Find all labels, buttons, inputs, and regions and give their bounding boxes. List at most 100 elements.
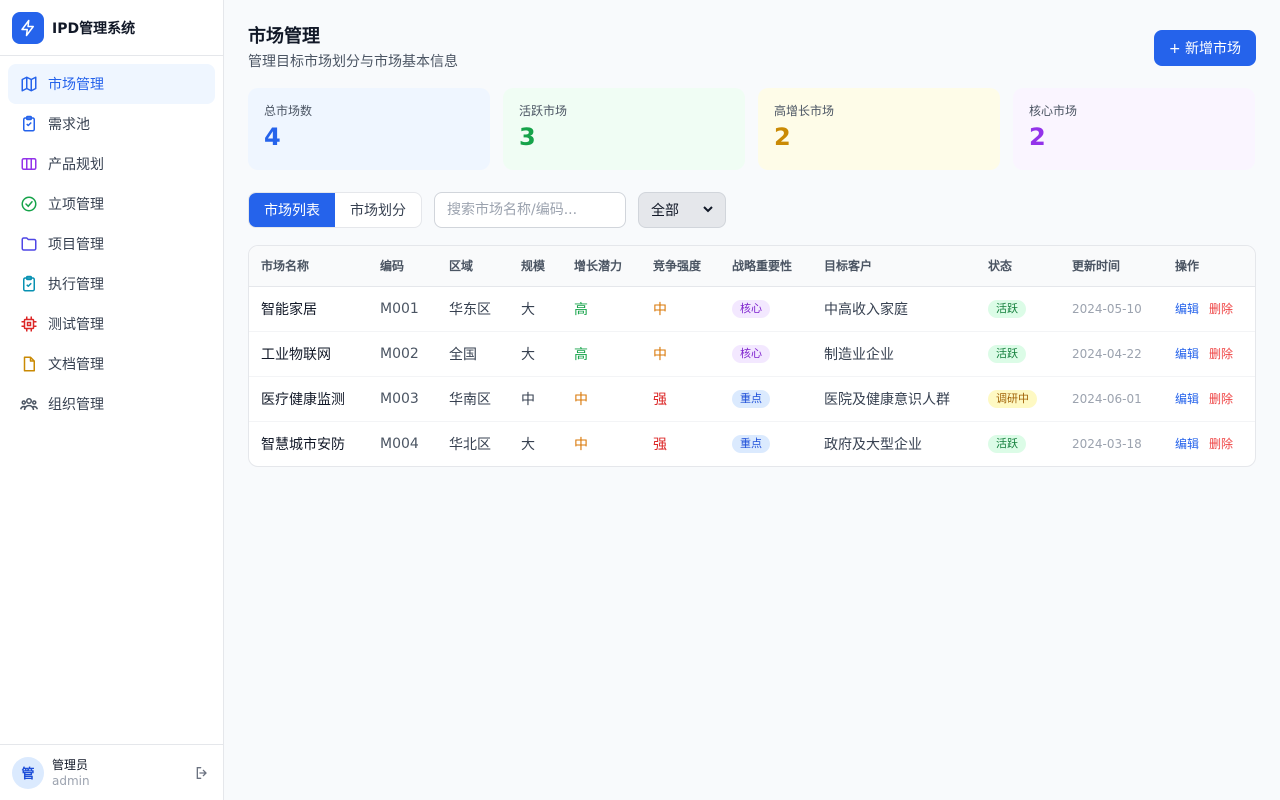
col-code: 编码	[368, 246, 437, 287]
tab-market-segmentation[interactable]: 市场划分	[335, 193, 421, 227]
sidebar-item-projects[interactable]: 项目管理	[8, 224, 215, 264]
sidebar-item-organization[interactable]: 组织管理	[8, 384, 215, 424]
sidebar-item-label: 文档管理	[48, 357, 104, 373]
sidebar-nav: 市场管理 需求池 产品规划 立项管理 项目管理 执行管理 测试管理 文档管理 组…	[0, 56, 223, 432]
avatar: 管	[12, 756, 44, 789]
chip-icon	[20, 315, 38, 333]
importance-badge: 核心	[732, 299, 770, 318]
map-icon	[20, 75, 38, 93]
cell-customer: 医院及健康意识人群	[812, 376, 976, 422]
sidebar-item-label: 产品规划	[48, 157, 104, 173]
cell-status: 活跃	[976, 331, 1060, 377]
sidebar-item-label: 组织管理	[48, 397, 104, 413]
col-updated: 更新时间	[1060, 246, 1163, 287]
delete-button[interactable]: 删除	[1209, 392, 1233, 406]
edit-button[interactable]: 编辑	[1175, 437, 1199, 451]
importance-badge: 重点	[732, 434, 770, 453]
stats-row: 总市场数 4 活跃市场 3 高增长市场 2 核心市场 2	[248, 88, 1256, 170]
stat-card-active: 活跃市场 3	[503, 88, 745, 170]
table-row: 智慧城市安防 M004 华北区 大 中 强 重点 政府及大型企业 活跃 2024…	[249, 421, 1255, 466]
edit-button[interactable]: 编辑	[1175, 302, 1199, 316]
sidebar-item-product-planning[interactable]: 产品规划	[8, 144, 215, 184]
sidebar-item-documents[interactable]: 文档管理	[8, 344, 215, 384]
stat-value: 3	[519, 123, 536, 151]
stat-value: 2	[1029, 123, 1046, 151]
file-icon	[20, 355, 38, 373]
status-filter-select[interactable]: 全部	[638, 192, 726, 228]
cell-region: 华南区	[437, 376, 509, 422]
col-scale: 规模	[509, 246, 562, 287]
users-icon	[20, 395, 38, 413]
clipboard-list-icon	[20, 115, 38, 133]
stat-card-high-growth: 高增长市场 2	[758, 88, 1000, 170]
cell-customer: 制造业企业	[812, 331, 976, 377]
sidebar-item-requirements[interactable]: 需求池	[8, 104, 215, 144]
cell-actions: 编辑 删除	[1163, 421, 1255, 466]
edit-button[interactable]: 编辑	[1175, 392, 1199, 406]
cell-updated: 2024-04-22	[1060, 331, 1163, 377]
cell-growth: 中	[574, 436, 588, 453]
page-title: 市场管理	[248, 26, 320, 47]
chevron-down-icon	[703, 202, 713, 218]
cell-competition: 强	[653, 436, 667, 453]
sidebar-item-label: 项目管理	[48, 237, 104, 253]
cell-growth: 高	[562, 286, 641, 332]
table-header-row: 市场名称 编码 区域 规模 增长潜力 竞争强度 战略重要性 目标客户 状态 更新…	[249, 246, 1255, 287]
sidebar-item-label: 执行管理	[48, 277, 104, 293]
col-importance: 战略重要性	[720, 246, 812, 287]
cell-code: M004	[380, 435, 419, 452]
stat-label: 高增长市场	[774, 104, 835, 118]
table-row: 医疗健康监测 M003 华南区 中 中 强 重点 医院及健康意识人群 调研中 2…	[249, 376, 1255, 422]
stat-card-total: 总市场数 4	[248, 88, 490, 170]
cell-code: M001	[368, 286, 437, 332]
cell-status: 调研中	[976, 376, 1060, 422]
cell-competition: 中	[641, 331, 720, 377]
cell-competition: 强	[641, 376, 720, 422]
col-competition: 竞争强度	[641, 246, 720, 287]
cell-scale: 大	[509, 286, 562, 332]
cell-name: 智能家居	[249, 286, 368, 332]
cell-actions: 编辑 删除	[1163, 376, 1255, 422]
table-row: 工业物联网 M002 全国 大 高 中 核心 制造业企业 活跃 2024-04-…	[249, 331, 1255, 377]
lightning-icon	[12, 11, 44, 44]
delete-button[interactable]: 删除	[1209, 347, 1233, 361]
logout-icon[interactable]	[193, 764, 211, 782]
col-growth: 增长潜力	[562, 246, 641, 287]
sidebar-item-label: 立项管理	[48, 197, 104, 213]
sidebar: IPD管理系统 市场管理 需求池 产品规划 立项管理 项目管理 执行管理 测试管…	[0, 0, 224, 800]
sidebar-item-initiation[interactable]: 立项管理	[8, 184, 215, 224]
status-badge: 调研中	[988, 389, 1037, 408]
col-actions: 操作	[1163, 246, 1255, 287]
check-circle-icon	[20, 195, 38, 213]
user-name: 管理员	[52, 757, 89, 772]
importance-badge: 核心	[732, 344, 770, 363]
page-header: 市场管理 管理目标市场划分与市场基本信息 + 新增市场	[248, 24, 1256, 88]
delete-button[interactable]: 删除	[1209, 302, 1233, 316]
app-title: IPD管理系统	[52, 20, 136, 37]
cell-status: 活跃	[976, 421, 1060, 466]
edit-button[interactable]: 编辑	[1175, 347, 1199, 361]
status-badge: 活跃	[988, 434, 1026, 453]
filter-value: 全部	[651, 203, 679, 219]
cell-scale: 大	[521, 436, 535, 453]
cell-actions: 编辑 删除	[1163, 286, 1255, 332]
tab-market-list[interactable]: 市场列表	[249, 193, 335, 227]
delete-button[interactable]: 删除	[1209, 437, 1233, 451]
status-badge: 活跃	[988, 299, 1026, 318]
cell-code: M002	[368, 331, 437, 377]
cell-name: 工业物联网	[249, 331, 368, 377]
search-input[interactable]	[434, 192, 626, 228]
cell-name: 医疗健康监测	[249, 376, 368, 422]
importance-badge: 重点	[732, 389, 770, 408]
cell-updated: 2024-05-10	[1060, 286, 1163, 332]
cell-actions: 编辑 删除	[1163, 331, 1255, 377]
toolbar: 市场列表 市场划分 全部	[248, 192, 1256, 228]
add-market-button[interactable]: + 新增市场	[1153, 30, 1256, 66]
stat-value: 2	[774, 123, 791, 151]
sidebar-item-testing[interactable]: 测试管理	[8, 304, 215, 344]
sidebar-item-execution[interactable]: 执行管理	[8, 264, 215, 304]
sidebar-item-market[interactable]: 市场管理	[8, 64, 215, 104]
user-role: admin	[52, 773, 90, 788]
stat-label: 核心市场	[1029, 104, 1078, 118]
cell-name: 智慧城市安防	[261, 436, 345, 453]
